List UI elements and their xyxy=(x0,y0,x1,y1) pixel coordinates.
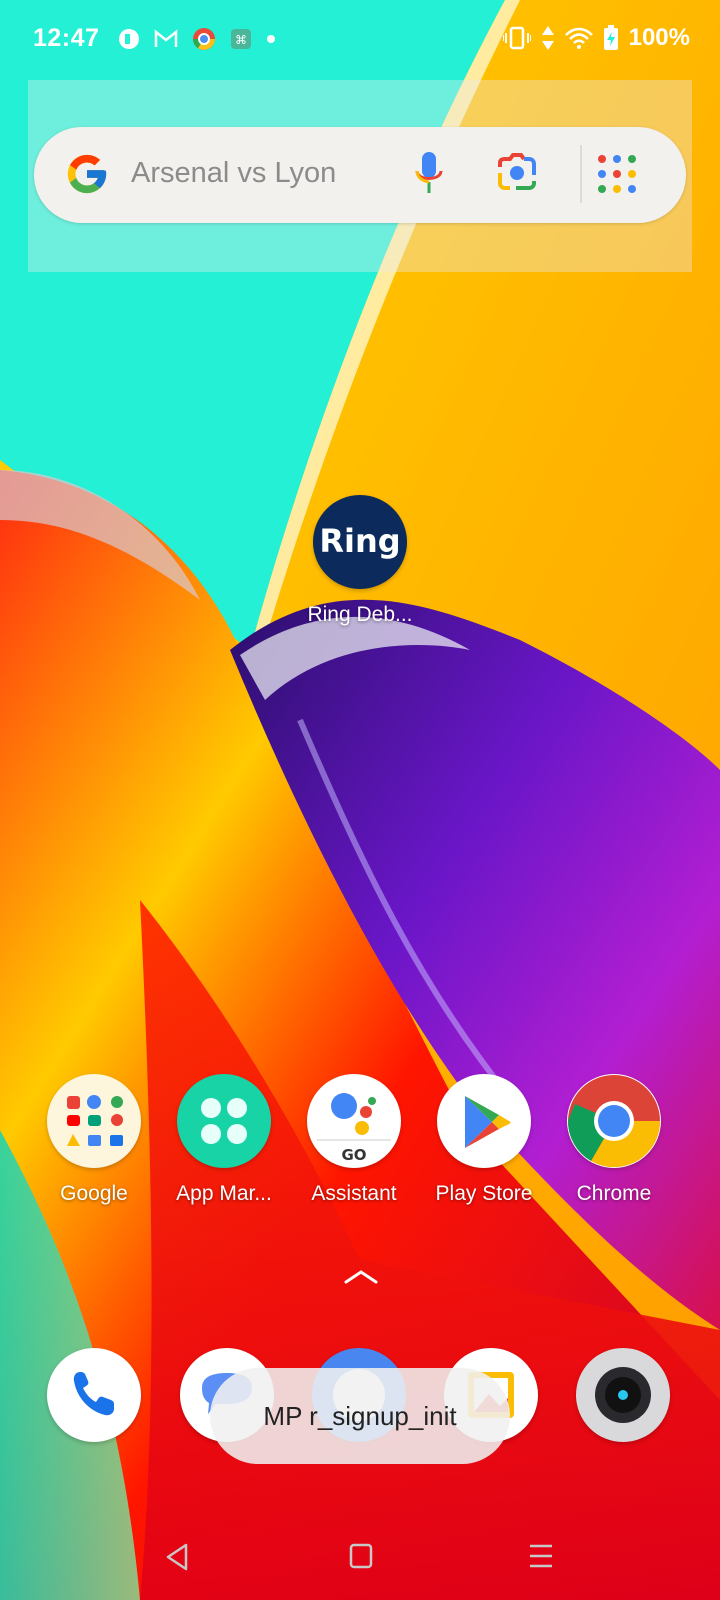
battery-percentage: 100% xyxy=(628,24,690,51)
camera-icon[interactable] xyxy=(576,1348,670,1442)
app-assistant[interactable]: GO Assistant xyxy=(294,1074,414,1206)
status-right: 100% xyxy=(502,24,690,52)
battery-charging-icon xyxy=(603,25,618,50)
app-notif-icon: ⌘ xyxy=(231,29,251,49)
play-store-icon xyxy=(437,1074,531,1168)
chrome-icon xyxy=(567,1074,661,1168)
google-g-icon[interactable] xyxy=(64,151,110,197)
mic-icon[interactable] xyxy=(414,151,444,197)
status-bar: 12:47 ⌘ 100% xyxy=(0,0,720,82)
back-icon[interactable] xyxy=(164,1542,190,1572)
more-dot-icon xyxy=(267,35,275,43)
search-query-text[interactable]: Arsenal vs Lyon xyxy=(131,157,336,190)
apps-grid-icon[interactable] xyxy=(596,153,638,195)
svg-text:⌘: ⌘ xyxy=(235,33,247,47)
svg-text:GO: GO xyxy=(341,1146,366,1164)
vibrate-icon xyxy=(502,26,531,50)
google-search-bar[interactable]: Arsenal vs Lyon xyxy=(34,127,686,223)
lens-icon[interactable] xyxy=(496,153,538,193)
app-play-store[interactable]: Play Store xyxy=(424,1074,544,1206)
app-label: App Mar... xyxy=(176,1182,272,1205)
chrome-notif-icon xyxy=(193,28,215,50)
app-market[interactable]: App Mar... xyxy=(164,1074,284,1206)
google-folder-icon xyxy=(47,1074,141,1168)
app-google-folder[interactable]: Google xyxy=(34,1074,154,1206)
recents-icon[interactable] xyxy=(528,1542,554,1570)
wifi-icon xyxy=(564,27,593,49)
app-label: Chrome xyxy=(576,1182,652,1205)
ring-icon: Ring xyxy=(313,495,407,589)
status-time: 12:47 xyxy=(33,24,100,52)
assistant-go-icon: GO xyxy=(307,1074,401,1168)
app-label: Google xyxy=(60,1182,128,1205)
app-label: Assistant xyxy=(311,1182,397,1205)
navigation-bar xyxy=(0,1520,720,1600)
data-arrows-icon xyxy=(541,26,554,50)
app-label: Play Store xyxy=(435,1182,533,1205)
app-label: Ring Deb... xyxy=(307,603,413,626)
gmail-icon xyxy=(154,29,178,47)
notification-icons: ⌘ xyxy=(118,27,276,51)
toast-text: MP r_signup_init xyxy=(263,1400,457,1431)
app-market-icon xyxy=(177,1074,271,1168)
svg-text:Ring: Ring xyxy=(319,522,400,560)
phone-icon[interactable] xyxy=(47,1348,141,1442)
search-divider xyxy=(580,145,582,203)
app-ring[interactable]: Ring Ring Deb... xyxy=(300,495,420,627)
ring-notif-icon xyxy=(119,29,139,49)
toast-message: MP r_signup_init xyxy=(210,1368,510,1464)
app-chrome[interactable]: Chrome xyxy=(554,1074,674,1206)
home-icon[interactable] xyxy=(348,1542,374,1570)
app-drawer-chevron-icon[interactable] xyxy=(344,1268,378,1284)
